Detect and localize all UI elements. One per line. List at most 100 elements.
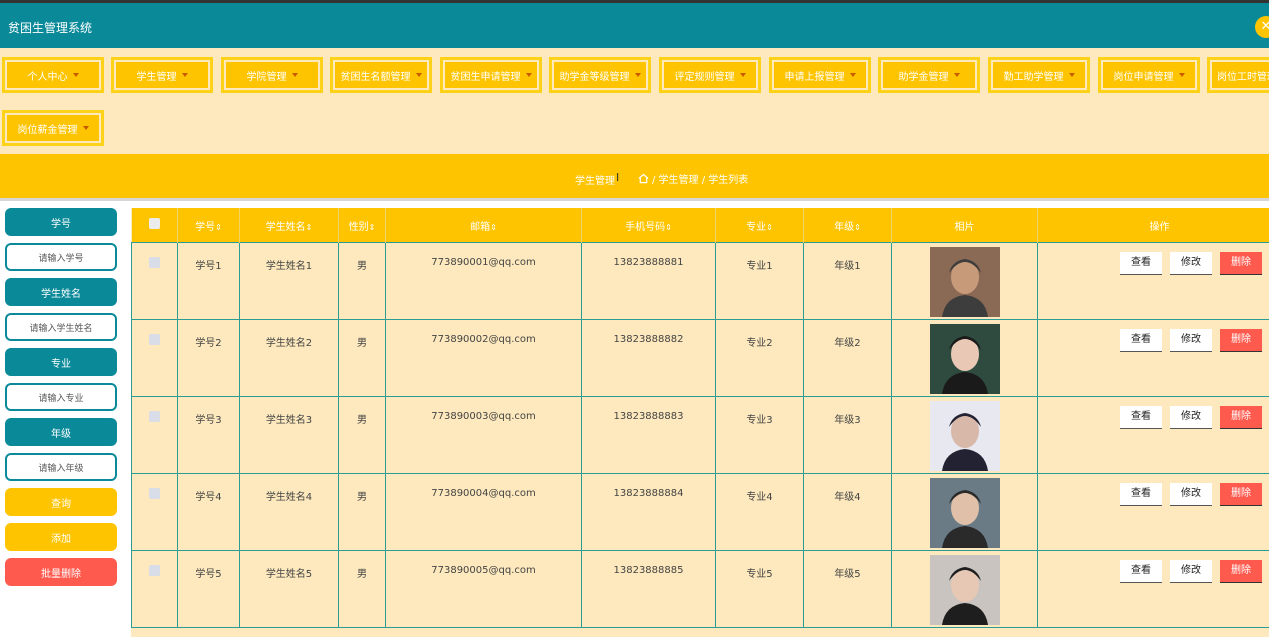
cell-photo xyxy=(891,242,1038,320)
breadcrumb-path: / 学生管理 / 学生列表 xyxy=(652,175,749,186)
menu-student-management[interactable]: 学生管理 xyxy=(111,57,213,93)
app-title: 贫困生管理系统 xyxy=(8,21,93,35)
grade-input[interactable]: 请输入年级 xyxy=(5,453,117,481)
sort-icon[interactable]: ⇕ xyxy=(854,223,861,232)
cell-gender: 男 xyxy=(338,396,386,474)
table-row: 学号5 学生姓名5 男 773890005@qq.com 13823888885 专业5 年… xyxy=(131,550,1269,628)
edit-button[interactable]: 修改 xyxy=(1170,329,1212,352)
sort-icon[interactable]: ⇕ xyxy=(215,223,222,232)
cell-photo xyxy=(891,396,1038,474)
label-major: 专业 xyxy=(5,348,117,376)
student-photo[interactable] xyxy=(929,478,1000,548)
label-student-id: 学号 xyxy=(5,208,117,236)
delete-button[interactable]: 删除 xyxy=(1220,406,1262,429)
row-checkbox[interactable] xyxy=(149,411,160,422)
edit-button[interactable]: 修改 xyxy=(1170,252,1212,275)
cell-student-id: 学号4 xyxy=(177,473,240,551)
menu-label: 助学金管理 xyxy=(898,71,949,83)
column-header[interactable]: 性别⇕ xyxy=(338,208,386,243)
menu-label: 个人中心 xyxy=(27,71,68,83)
column-header[interactable]: 学号⇕ xyxy=(177,208,240,243)
menu-label: 贫困生申请管理 xyxy=(450,71,521,83)
cell-major: 专业2 xyxy=(715,319,804,397)
menu-work-hours-management[interactable]: 岗位工时管理 xyxy=(1207,57,1269,93)
column-header[interactable]: 年级⇕ xyxy=(803,208,892,243)
sort-icon[interactable]: ⇕ xyxy=(369,223,376,232)
caret-down-icon xyxy=(739,73,746,77)
sort-icon[interactable]: ⇕ xyxy=(665,223,672,232)
student-id-input[interactable]: 请输入学号 xyxy=(5,243,117,271)
breadcrumb: / 学生管理 / 学生列表 xyxy=(638,171,748,186)
row-checkbox[interactable] xyxy=(149,488,160,499)
query-button[interactable]: 查询 xyxy=(5,488,117,516)
delete-button[interactable]: 删除 xyxy=(1220,483,1262,506)
student-name-input[interactable]: 请输入学生姓名 xyxy=(5,313,117,341)
sort-icon[interactable]: ⇕ xyxy=(490,223,497,232)
close-icon[interactable]: ✕ xyxy=(1255,16,1269,38)
menu-application-management[interactable]: 贫困生申请管理 xyxy=(440,57,542,93)
row-select-cell xyxy=(131,550,178,628)
sort-icon[interactable]: ⇕ xyxy=(306,223,313,232)
row-checkbox[interactable] xyxy=(149,334,160,345)
menu-work-study-management[interactable]: 勤工助学管理 xyxy=(988,57,1090,93)
table-row: 学号4 学生姓名4 男 773890004@qq.com 13823888884 专业4 年… xyxy=(131,473,1269,551)
menu-post-application-management[interactable]: 岗位申请管理 xyxy=(1098,57,1200,93)
menu-college-management[interactable]: 学院管理 xyxy=(221,57,323,93)
student-photo[interactable] xyxy=(929,247,1000,317)
major-input[interactable]: 请输入专业 xyxy=(5,383,117,411)
cell-phone: 13823888883 xyxy=(581,396,716,474)
table-row: 学号3 学生姓名3 男 773890003@qq.com 13823888883 专业3 年… xyxy=(131,396,1269,474)
cell-major: 专业1 xyxy=(715,242,804,320)
main-menu: 个人中心 学生管理 学院管理 贫困生名额管理 贫困生申请管理 助学金等级管理 评… xyxy=(0,48,1269,154)
batch-delete-button[interactable]: 批量删除 xyxy=(5,558,117,586)
row-checkbox[interactable] xyxy=(149,565,160,576)
menu-personal-center[interactable]: 个人中心 xyxy=(2,57,104,93)
view-button[interactable]: 查看 xyxy=(1120,329,1162,352)
edit-button[interactable]: 修改 xyxy=(1170,560,1212,583)
column-header[interactable]: 专业⇕ xyxy=(715,208,804,243)
menu-report-management[interactable]: 申请上报管理 xyxy=(769,57,871,93)
menu-grant-management[interactable]: 助学金管理 xyxy=(878,57,980,93)
cell-photo xyxy=(891,319,1038,397)
cell-gender: 男 xyxy=(338,242,386,320)
student-photo[interactable] xyxy=(929,401,1000,471)
column-header[interactable]: 学生姓名⇕ xyxy=(239,208,339,243)
text-cursor-icon: Ⅰ xyxy=(616,171,620,184)
caret-down-icon xyxy=(525,73,532,77)
row-checkbox[interactable] xyxy=(149,257,160,268)
caret-down-icon xyxy=(849,73,856,77)
column-header: 操作 xyxy=(1037,208,1269,243)
view-button[interactable]: 查看 xyxy=(1120,406,1162,429)
row-select-cell xyxy=(131,473,178,551)
column-header[interactable]: 手机号码⇕ xyxy=(581,208,716,243)
sort-icon[interactable]: ⇕ xyxy=(766,223,773,232)
cell-student-name: 学生姓名1 xyxy=(239,242,339,320)
table-row: 学号2 学生姓名2 男 773890002@qq.com 13823888882 专业2 年… xyxy=(131,319,1269,397)
student-photo[interactable] xyxy=(929,324,1000,394)
delete-button[interactable]: 删除 xyxy=(1220,560,1262,583)
student-photo[interactable] xyxy=(929,555,1000,625)
caret-down-icon xyxy=(415,73,422,77)
cell-phone: 13823888885 xyxy=(581,550,716,628)
menu-grant-level-management[interactable]: 助学金等级管理 xyxy=(549,57,651,93)
column-header[interactable]: 邮箱⇕ xyxy=(385,208,582,243)
student-table: 学号⇕ 学生姓名⇕ 性别⇕ 邮箱⇕ 手机号码⇕ 专业⇕ 年级⇕ 相片 操作 学号… xyxy=(131,208,1269,637)
view-button[interactable]: 查看 xyxy=(1120,560,1162,583)
edit-button[interactable]: 修改 xyxy=(1170,406,1212,429)
view-button[interactable]: 查看 xyxy=(1120,252,1162,275)
select-all-checkbox[interactable] xyxy=(148,218,160,229)
menu-salary-management[interactable]: 岗位薪金管理 xyxy=(2,110,104,146)
menu-label: 评定规则管理 xyxy=(674,71,735,83)
home-icon[interactable] xyxy=(638,173,649,184)
cell-photo xyxy=(891,550,1038,628)
view-button[interactable]: 查看 xyxy=(1120,483,1162,506)
search-panel: 学号 请输入学号 学生姓名 请输入学生姓名 专业 请输入专业 年级 请输入年级 … xyxy=(5,208,117,593)
add-button[interactable]: 添加 xyxy=(5,523,117,551)
delete-button[interactable]: 删除 xyxy=(1220,329,1262,352)
menu-rule-management[interactable]: 评定规则管理 xyxy=(659,57,761,93)
cell-student-id: 学号1 xyxy=(177,242,240,320)
menu-quota-management[interactable]: 贫困生名额管理 xyxy=(330,57,432,93)
cell-student-name: 学生姓名4 xyxy=(239,473,339,551)
delete-button[interactable]: 删除 xyxy=(1220,252,1262,275)
edit-button[interactable]: 修改 xyxy=(1170,483,1212,506)
